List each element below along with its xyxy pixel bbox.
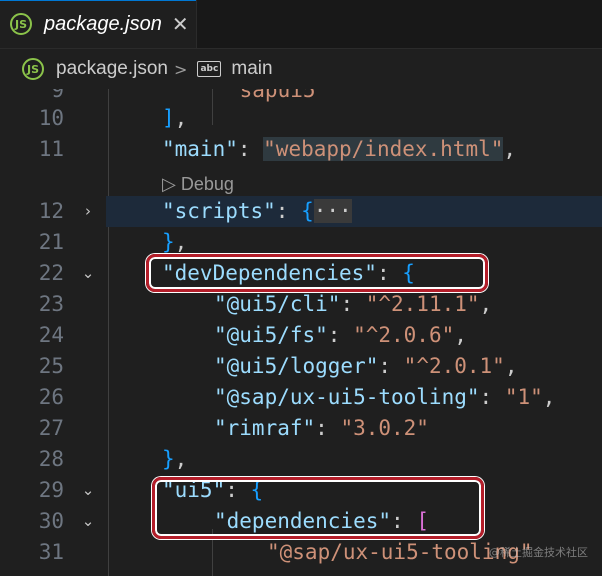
- json-string: "^2.0.6": [353, 323, 455, 347]
- line-25: 25 "@ui5/logger": "^2.0.1",: [0, 351, 602, 382]
- tab-package-json[interactable]: JS package.json ✕: [0, 0, 197, 48]
- line-number: 27: [38, 416, 64, 440]
- code-editor[interactable]: 9 "sapui5 10 ], 11 "main": "webapp/index…: [0, 89, 602, 576]
- comma: ,: [542, 385, 556, 409]
- colon: :: [378, 354, 404, 378]
- chevron-down-icon[interactable]: ⌄: [78, 506, 98, 537]
- json-key: "@ui5/logger": [214, 354, 379, 378]
- watermark: @稀土掘金技术社区: [489, 546, 588, 559]
- close-icon[interactable]: ✕: [172, 12, 189, 36]
- code-text: "rimraf": "3.0.2": [214, 413, 429, 444]
- line-27: 27 "rimraf": "3.0.2": [0, 413, 602, 444]
- js-file-icon: JS: [10, 13, 32, 35]
- line-number: 26: [38, 385, 64, 409]
- line-number: 11: [38, 137, 64, 161]
- json-string: "^2.11.1": [365, 292, 480, 316]
- line-12: 12 › "scripts": {···: [0, 196, 602, 227]
- line-number: 10: [38, 106, 64, 130]
- line-21: 21 },: [0, 227, 602, 258]
- comma: ,: [174, 230, 188, 254]
- breadcrumb-file[interactable]: package.json: [56, 58, 168, 80]
- code-text: "@ui5/cli": "^2.11.1",: [214, 289, 492, 320]
- line-26: 26 "@sap/ux-ui5-tooling": "1",: [0, 382, 602, 413]
- line-28: 28 },: [0, 444, 602, 475]
- comma: ,: [479, 292, 493, 316]
- colon: :: [340, 292, 366, 316]
- colon: :: [275, 199, 302, 223]
- json-string: "webapp/index.html": [263, 137, 504, 161]
- colon: :: [376, 261, 403, 285]
- brace: {: [402, 261, 415, 285]
- line-24: 24 "@ui5/fs": "^2.0.6",: [0, 320, 602, 351]
- line-23: 23 "@ui5/cli": "^2.11.1",: [0, 289, 602, 320]
- json-key: "@sap/ux-ui5-tooling": [214, 385, 480, 409]
- chevron-right-icon[interactable]: ›: [78, 196, 98, 227]
- json-key: "rimraf": [214, 416, 316, 440]
- string-symbol-icon: abc: [197, 61, 222, 77]
- colon: :: [391, 509, 417, 533]
- json-key: "@ui5/cli": [214, 292, 341, 316]
- line-number: 28: [38, 447, 64, 471]
- bracket: ]: [162, 106, 175, 130]
- brace: }: [162, 230, 175, 254]
- tab-bar: JS package.json ✕: [0, 0, 602, 49]
- line-22: 22 ⌄ "devDependencies": {: [0, 258, 602, 289]
- code-text: },: [162, 444, 187, 475]
- json-string: "^2.0.1": [403, 354, 505, 378]
- line-number: 29: [38, 478, 64, 502]
- code-text: "@sap/ux-ui5-tooling": "1",: [214, 382, 555, 413]
- code-text: "@ui5/logger": "^2.0.1",: [214, 351, 517, 382]
- brace: {: [250, 478, 264, 502]
- code-text: "devDependencies": {: [162, 258, 415, 289]
- comma: ,: [174, 447, 188, 471]
- colon: :: [225, 478, 251, 502]
- json-key: "main": [162, 137, 238, 161]
- breadcrumb-symbol[interactable]: main: [231, 58, 272, 80]
- line-number: 25: [38, 354, 64, 378]
- colon: :: [315, 416, 341, 440]
- code-text: "ui5": {: [162, 475, 263, 506]
- json-string: "3.0.2": [340, 416, 429, 440]
- folded-ellipsis[interactable]: ···: [313, 199, 352, 223]
- comma: ,: [504, 354, 518, 378]
- json-string: "1": [504, 385, 543, 409]
- colon: :: [237, 137, 264, 161]
- comma: ,: [503, 137, 517, 161]
- json-key: "ui5": [162, 478, 226, 502]
- tab-label: package.json: [44, 12, 162, 35]
- comma: ,: [454, 323, 467, 347]
- line-number: 30: [38, 509, 64, 533]
- comma: ,: [174, 106, 188, 130]
- code-text: "dependencies": [: [214, 506, 429, 537]
- json-key: "scripts": [162, 199, 276, 223]
- js-file-icon: JS: [22, 58, 44, 80]
- bracket: [: [416, 509, 429, 533]
- code-text: },: [162, 227, 187, 258]
- json-key: "dependencies": [214, 509, 392, 533]
- code-text: "scripts": {···: [162, 196, 352, 227]
- colon: :: [479, 385, 505, 409]
- json-key: "devDependencies": [162, 261, 377, 285]
- json-key: "@ui5/fs": [214, 323, 328, 347]
- line-number: 22: [38, 261, 64, 285]
- breadcrumb: JS package.json > abc main: [0, 49, 602, 89]
- line-10: 10 ],: [0, 103, 602, 134]
- code-text: "main": "webapp/index.html",: [162, 134, 516, 165]
- chevron-down-icon[interactable]: ⌄: [78, 475, 98, 506]
- line-29: 29 ⌄ "ui5": {: [0, 475, 602, 506]
- line-number: 12: [38, 199, 64, 223]
- brace: {: [301, 199, 314, 223]
- code-text: ],: [162, 103, 187, 134]
- chevron-right-icon: >: [173, 59, 188, 79]
- line-11: 11 "main": "webapp/index.html",: [0, 134, 602, 165]
- line-30: 30 ⌄ "dependencies": [: [0, 506, 602, 537]
- brace: }: [162, 447, 175, 471]
- line-number: 21: [38, 230, 64, 254]
- line-number: 23: [38, 292, 64, 316]
- line-number: 31: [38, 540, 64, 564]
- line-number: 24: [38, 323, 64, 347]
- colon: :: [327, 323, 354, 347]
- chevron-down-icon[interactable]: ⌄: [78, 258, 98, 289]
- code-text: "@ui5/fs": "^2.0.6",: [214, 320, 467, 351]
